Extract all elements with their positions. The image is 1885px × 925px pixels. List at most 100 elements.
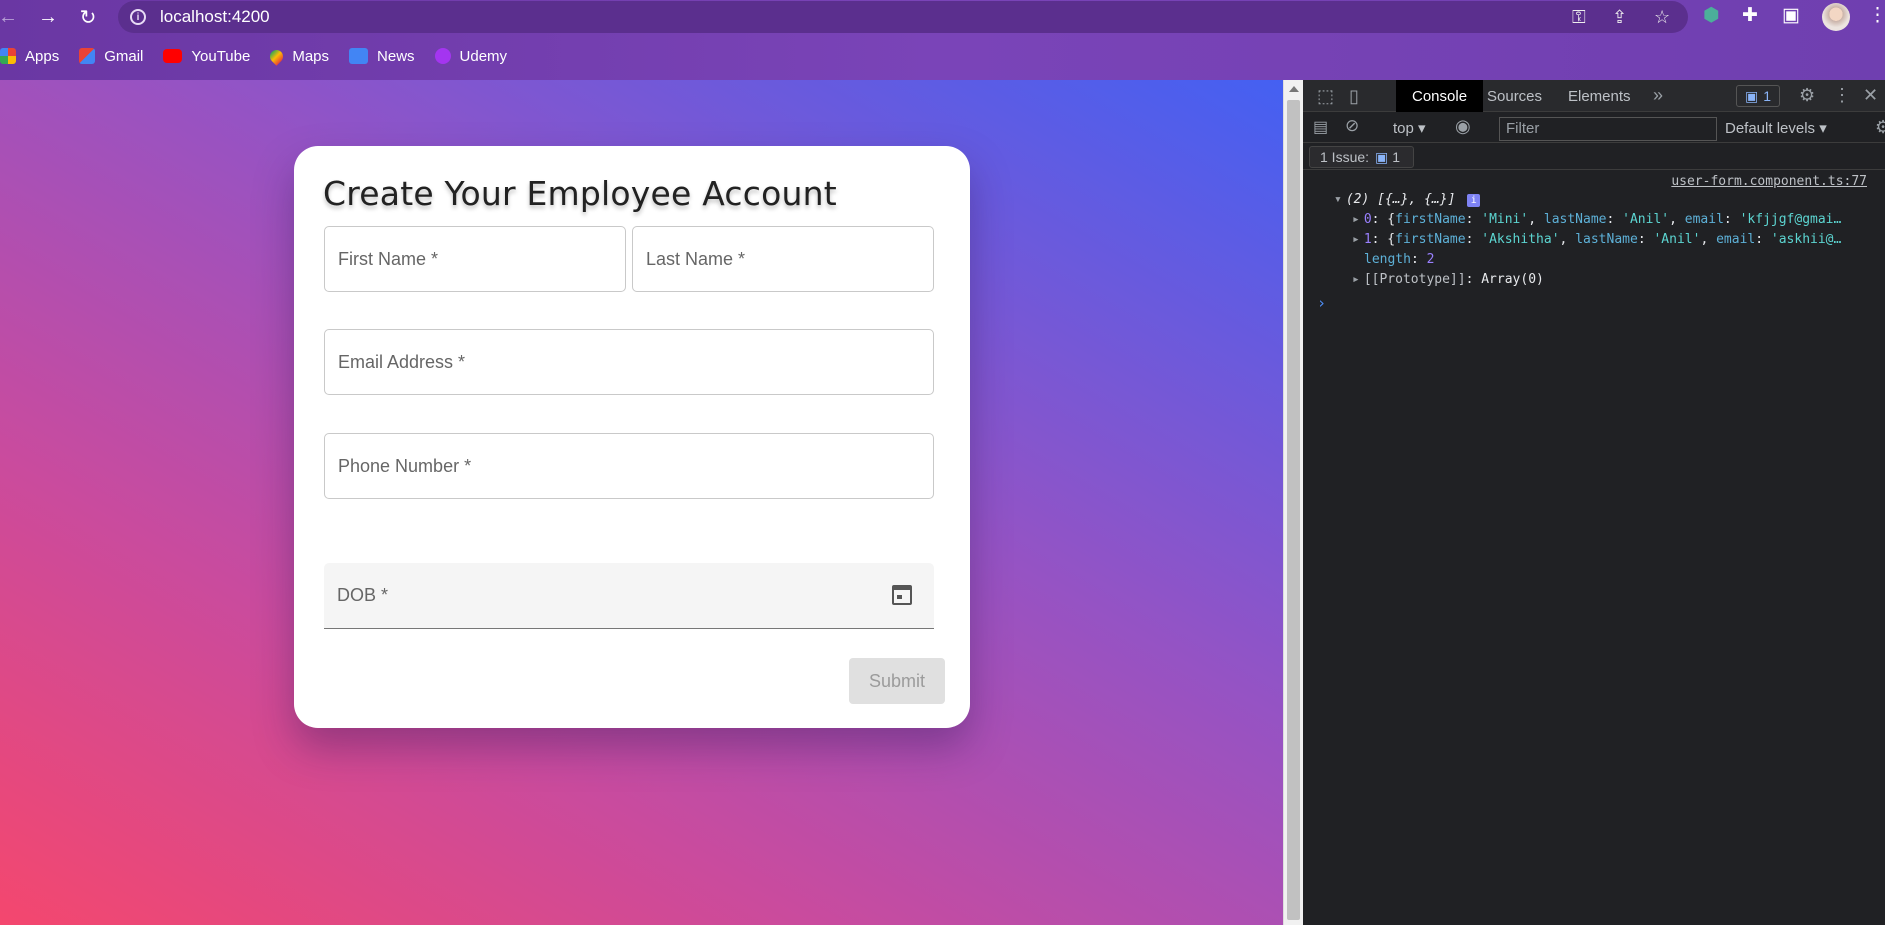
entry-lastname: 'Anil' xyxy=(1622,212,1670,227)
entry-index: 1 xyxy=(1363,232,1372,247)
youtube-icon xyxy=(163,49,183,63)
site-info-icon[interactable]: i xyxy=(130,9,146,25)
inspect-element-icon[interactable]: ⬚ xyxy=(1317,86,1334,107)
issues-badge[interactable]: ▣ 1 xyxy=(1736,85,1780,107)
calendar-icon[interactable] xyxy=(892,585,912,605)
issues-badge-count: 1 xyxy=(1763,88,1772,104)
scrollbar-thumb[interactable] xyxy=(1287,100,1300,920)
page-scrollbar[interactable] xyxy=(1283,80,1303,925)
entry-firstname: 'Mini' xyxy=(1481,212,1529,227)
url-text[interactable]: localhost:4200 xyxy=(160,7,270,27)
side-panel-icon[interactable]: ▣ xyxy=(1782,4,1800,27)
gmail-icon xyxy=(79,48,96,64)
udemy-icon xyxy=(434,48,451,64)
page-viewport: Create Your Employee Account First Name … xyxy=(0,80,1283,925)
sidebar-toggle-icon[interactable]: ▤ xyxy=(1313,117,1328,137)
bookmark-label: YouTube xyxy=(191,47,251,65)
console-settings-icon[interactable]: ⚙ xyxy=(1875,117,1885,138)
form-title: Create Your Employee Account xyxy=(323,174,837,213)
entry-index: 0 xyxy=(1363,212,1372,227)
phone-label: Phone Number * xyxy=(338,455,472,476)
scroll-up-icon[interactable] xyxy=(1289,86,1299,92)
source-link[interactable]: user-form.component.ts:77 xyxy=(1671,174,1867,189)
length-row: length: 2 xyxy=(1364,252,1435,267)
tab-console[interactable]: Console xyxy=(1396,80,1484,112)
bookmark-label: Gmail xyxy=(104,47,144,65)
key-icon[interactable]: ⚿ xyxy=(1572,7,1586,28)
bookmark-star-icon[interactable]: ☆ xyxy=(1654,7,1670,28)
length-key: length xyxy=(1364,252,1411,267)
log-summary-row[interactable]: ▾ (2) [{…}, {…}] i xyxy=(1334,192,1481,207)
bookmark-label: Apps xyxy=(25,47,60,65)
reload-icon[interactable]: ↻ xyxy=(76,5,100,29)
bookmark-apps[interactable]: Apps xyxy=(0,48,59,65)
message-icon: ▣ xyxy=(1744,87,1759,104)
issues-text: 1 Issue: xyxy=(1320,149,1370,165)
expand-triangle-icon[interactable]: ▸ xyxy=(1352,212,1360,227)
filter-input[interactable]: Filter xyxy=(1499,117,1717,141)
browser-chrome: ← → ↻ i localhost:4200 ⚿ ⇪ ☆ ⬢ ✚ ▣ ⋮ App… xyxy=(0,0,1885,80)
bookmark-news[interactable]: News xyxy=(349,48,415,65)
apps-grid-icon xyxy=(0,48,16,64)
bookmarks-bar: Apps Gmail YouTube Maps News Udemy xyxy=(0,44,527,68)
news-icon xyxy=(349,48,369,64)
issues-button[interactable]: 1 Issue: ▣ 1 xyxy=(1309,146,1414,168)
log-levels-value: Default levels xyxy=(1725,120,1816,137)
expand-triangle-icon[interactable]: ▸ xyxy=(1352,232,1360,247)
console-output: user-form.component.ts:77 ▾ (2) [{…}, {…}… xyxy=(1303,172,1885,923)
avatar[interactable] xyxy=(1822,3,1850,31)
context-select[interactable]: top ▾ xyxy=(1393,119,1426,137)
maps-icon xyxy=(267,46,287,66)
info-icon[interactable]: i xyxy=(1467,194,1481,207)
phone-field[interactable]: Phone Number * xyxy=(324,433,934,499)
settings-gear-icon[interactable]: ⚙ xyxy=(1799,85,1815,106)
forward-icon[interactable]: → xyxy=(36,5,60,29)
issues-bar: 1 Issue: ▣ 1 xyxy=(1303,144,1885,170)
extension-pin-icon[interactable]: ⬢ xyxy=(1703,4,1720,27)
last-name-label: Last Name * xyxy=(646,248,746,269)
console-prompt-icon[interactable]: › xyxy=(1317,294,1326,312)
log-levels-select[interactable]: Default levels ▾ xyxy=(1725,119,1827,137)
clear-console-icon[interactable]: ⊘ xyxy=(1345,116,1359,136)
eye-icon[interactable]: ◉ xyxy=(1455,116,1471,137)
devtools-menu-icon[interactable]: ⋮ xyxy=(1833,85,1851,106)
entry-email: 'kfjjgf@gmai… xyxy=(1739,212,1842,227)
expand-triangle-icon[interactable]: ▾ xyxy=(1334,192,1342,207)
bookmark-udemy[interactable]: Udemy xyxy=(434,47,508,65)
prototype-row[interactable]: ▸ [[Prototype]]: Array(0) xyxy=(1352,272,1544,287)
device-toolbar-icon[interactable]: ▯ xyxy=(1349,86,1359,107)
message-icon: ▣ xyxy=(1375,148,1389,165)
prototype-value: Array(0) xyxy=(1481,272,1544,287)
prototype-key: [[Prototype]] xyxy=(1363,272,1466,287)
console-entry-1[interactable]: ▸ 1: {firstName: 'Akshitha', lastName: 'A… xyxy=(1352,232,1872,247)
first-name-label: First Name * xyxy=(338,248,439,269)
email-label: Email Address * xyxy=(338,351,466,372)
share-icon[interactable]: ⇪ xyxy=(1612,7,1627,28)
more-tabs-icon[interactable]: » xyxy=(1653,85,1663,106)
bookmark-maps[interactable]: Maps xyxy=(267,46,330,66)
entry-lastname: 'Anil' xyxy=(1653,232,1701,247)
extensions-puzzle-icon[interactable]: ✚ xyxy=(1742,4,1758,27)
bookmark-youtube[interactable]: YouTube xyxy=(163,48,250,65)
console-entry-0[interactable]: ▸ 0: {firstName: 'Mini', lastName: 'Anil'… xyxy=(1352,212,1872,227)
dob-label: DOB * xyxy=(337,585,389,605)
tab-sources[interactable]: Sources xyxy=(1487,80,1542,112)
address-bar[interactable]: i localhost:4200 ⚿ ⇪ ☆ xyxy=(118,1,1688,33)
entry-email: 'askhii@… xyxy=(1770,232,1842,247)
devtools-panel: ⬚ ▯ Console Sources Elements » ▣ 1 ⚙ ⋮ ✕ … xyxy=(1303,80,1885,925)
close-icon[interactable]: ✕ xyxy=(1863,85,1878,106)
menu-kebab-icon[interactable]: ⋮ xyxy=(1868,4,1885,27)
submit-button[interactable]: Submit xyxy=(849,658,945,704)
bookmark-gmail[interactable]: Gmail xyxy=(79,48,143,65)
bookmark-label: Udemy xyxy=(459,47,508,65)
back-icon[interactable]: ← xyxy=(0,5,20,29)
last-name-field[interactable]: Last Name * xyxy=(632,226,934,292)
entry-firstname: 'Akshitha' xyxy=(1481,232,1560,247)
email-field[interactable]: Email Address * xyxy=(324,329,934,395)
length-value: 2 xyxy=(1426,252,1435,267)
first-name-field[interactable]: First Name * xyxy=(324,226,626,292)
expand-triangle-icon[interactable]: ▸ xyxy=(1352,272,1360,287)
tab-elements[interactable]: Elements xyxy=(1568,80,1631,112)
dob-field[interactable]: DOB * xyxy=(324,563,934,629)
bookmark-label: Maps xyxy=(292,47,330,65)
